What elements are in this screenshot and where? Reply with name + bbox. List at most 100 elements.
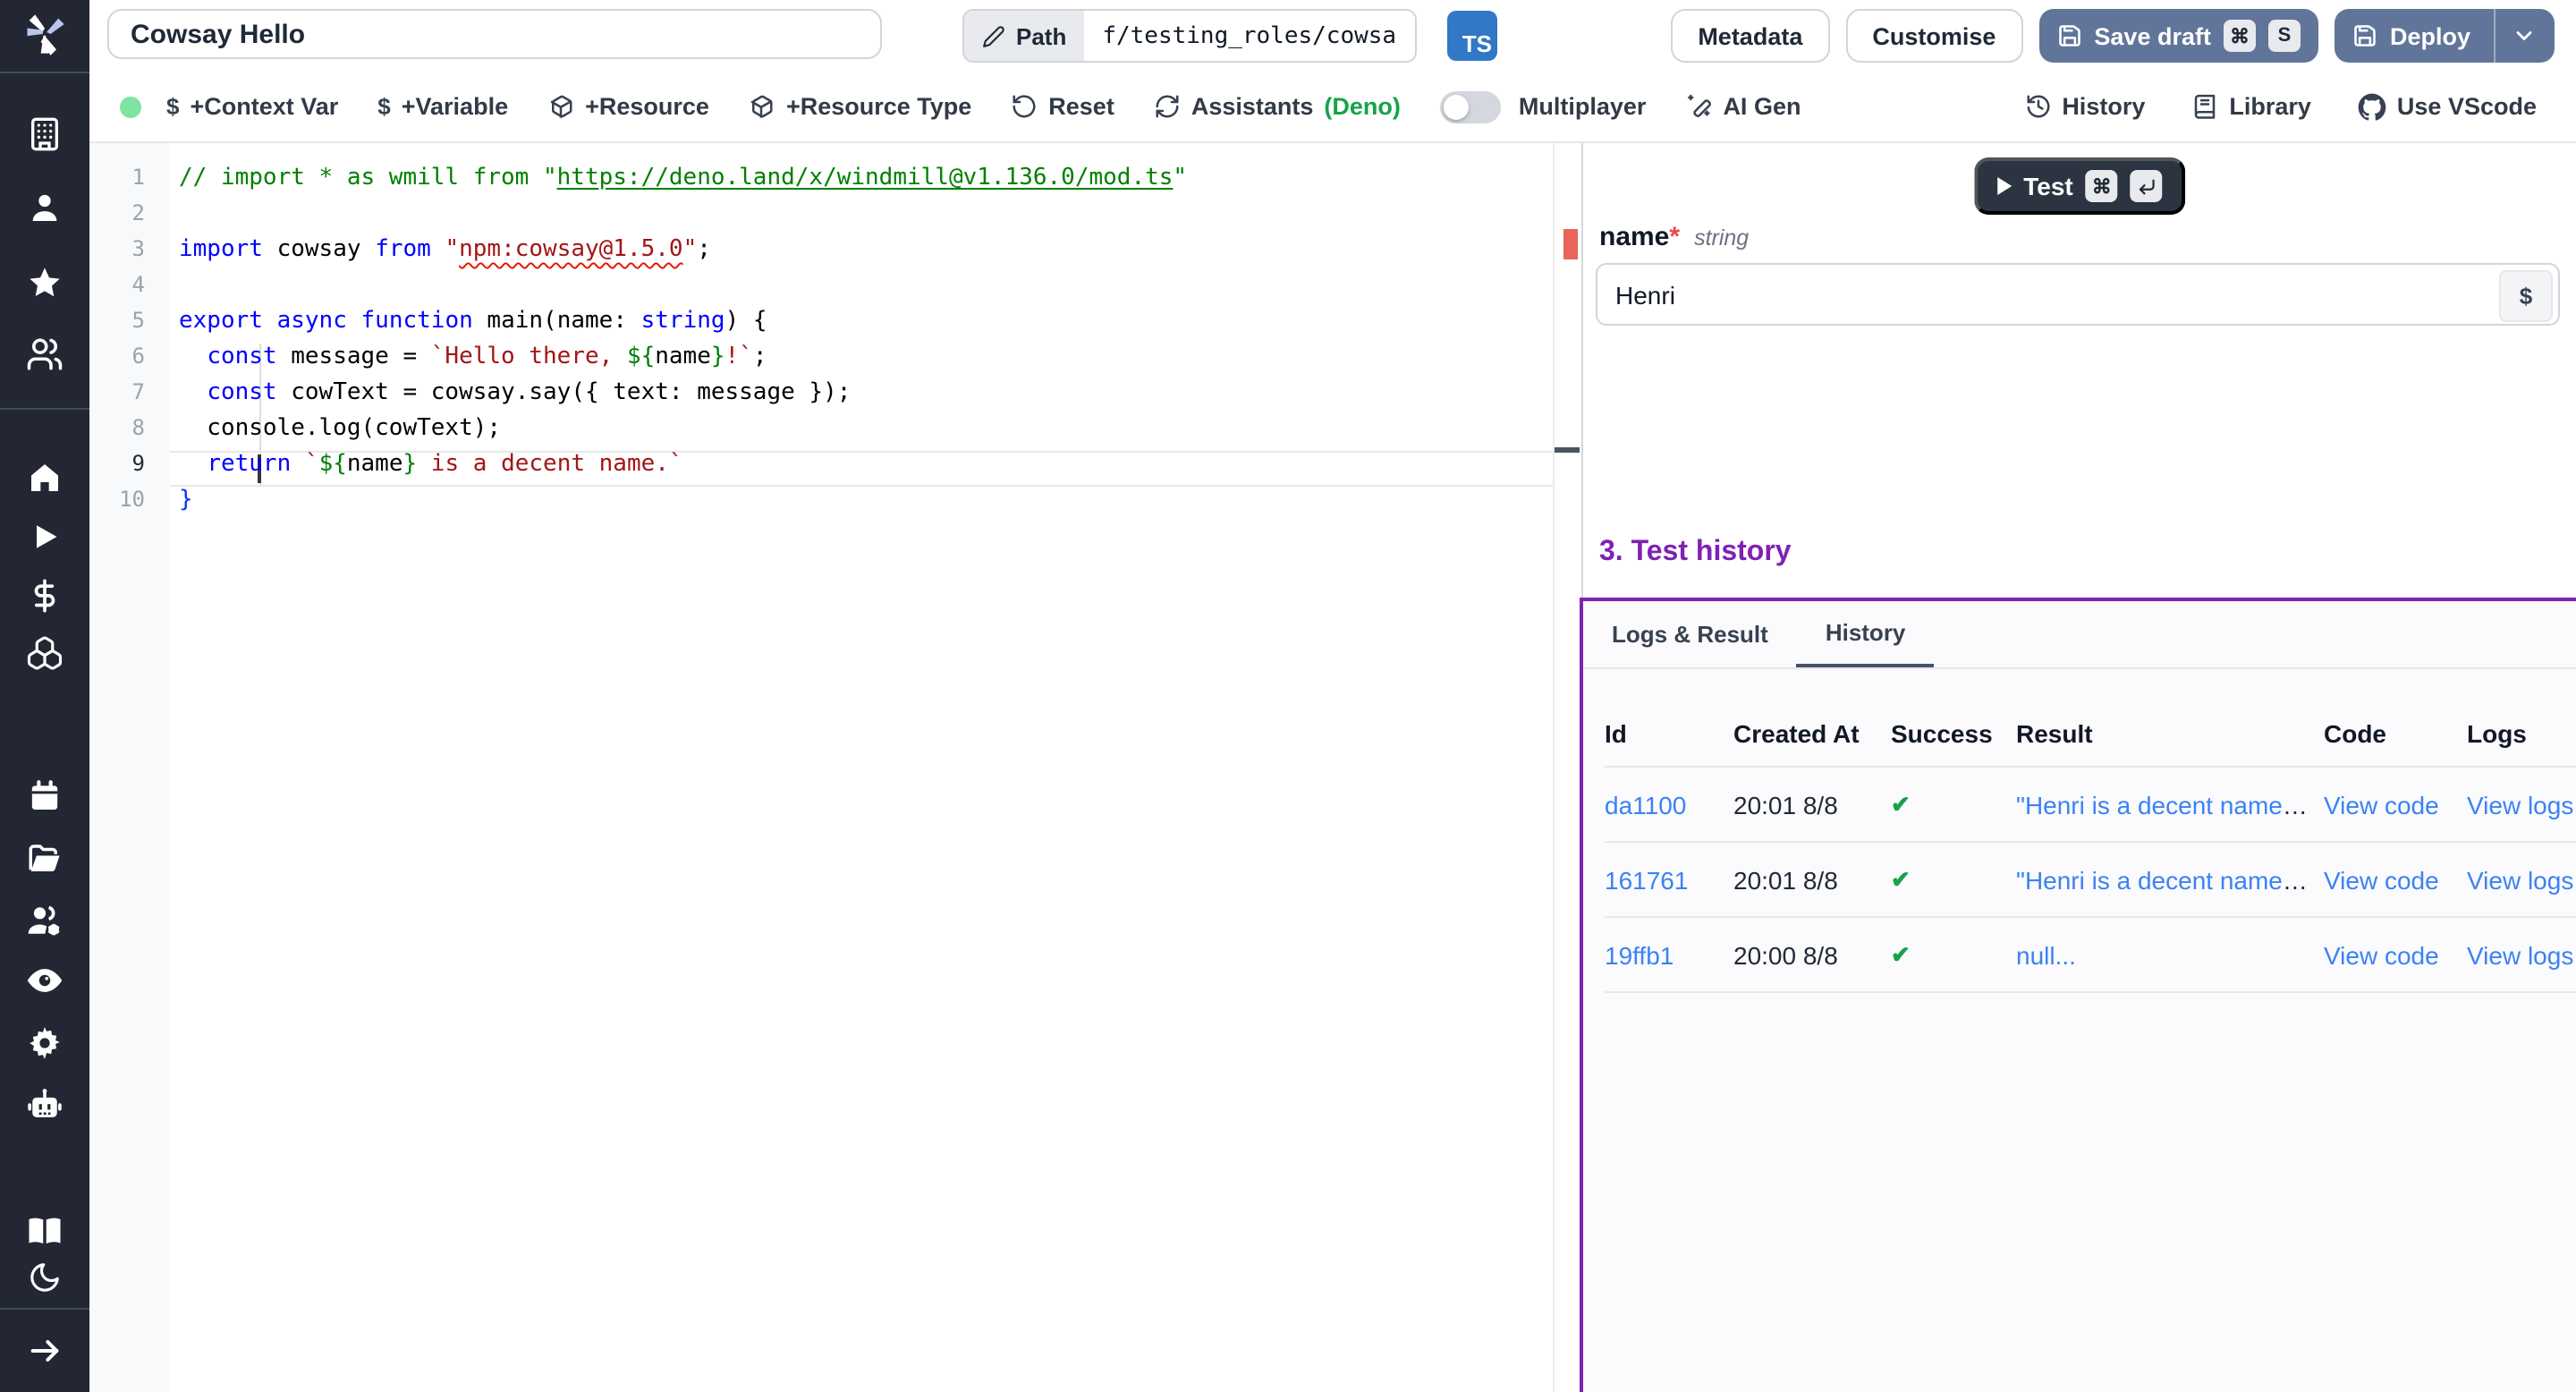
code-token: name bbox=[347, 451, 403, 478]
windmill-logo-icon[interactable] bbox=[21, 11, 68, 57]
view-logs-link[interactable]: View logs bbox=[2467, 940, 2573, 969]
result-link[interactable]: "Henri is a decent name"... bbox=[2016, 865, 2312, 894]
use-vscode-label: Use VScode bbox=[2397, 93, 2537, 120]
view-logs-link[interactable]: View logs bbox=[2467, 865, 2573, 894]
error-marker bbox=[1563, 229, 1578, 259]
code-token bbox=[347, 308, 361, 335]
book-open-icon[interactable] bbox=[26, 1212, 64, 1250]
test-label: Test bbox=[2023, 172, 2073, 200]
tab-logs-result[interactable]: Logs & Result bbox=[1583, 601, 1797, 667]
code-line[interactable] bbox=[170, 272, 1553, 308]
code-token: } bbox=[403, 451, 418, 478]
code-line[interactable]: import cowsay from "npm:cowsay@1.5.0"; bbox=[170, 236, 1553, 272]
boxes-icon[interactable] bbox=[26, 634, 64, 672]
path-label: Path bbox=[1016, 22, 1066, 49]
run-id-link[interactable]: 19ffb1 bbox=[1605, 940, 1674, 969]
chevron-down-icon[interactable] bbox=[2512, 23, 2537, 48]
overview-ruler[interactable] bbox=[1553, 143, 1581, 1392]
workarea: 12345678910 // import * as wmill from "h… bbox=[89, 143, 2576, 1392]
result-link[interactable]: null... bbox=[2016, 940, 2076, 969]
code-token: ` bbox=[305, 451, 319, 478]
code-token: } bbox=[711, 344, 725, 370]
tab-history[interactable]: History bbox=[1797, 601, 1935, 667]
multiplayer-toggle[interactable] bbox=[1440, 90, 1501, 123]
users-icon[interactable] bbox=[26, 335, 64, 373]
calendar-icon[interactable] bbox=[27, 778, 63, 814]
view-code-link[interactable]: View code bbox=[2324, 865, 2439, 894]
library-button[interactable]: Library bbox=[2191, 93, 2311, 120]
deploy-button[interactable]: Deploy bbox=[2334, 9, 2555, 63]
refresh-icon bbox=[1154, 93, 1181, 120]
customise-button[interactable]: Customise bbox=[1845, 9, 2022, 63]
code-token bbox=[431, 236, 445, 263]
history-table: Id Created At Success Result Code Logs d… bbox=[1605, 701, 2576, 993]
add-variable-button[interactable]: $ +Variable bbox=[377, 93, 508, 120]
code-line[interactable]: const cowText = cowsay.say({ text: messa… bbox=[170, 379, 1553, 415]
add-context-var-button[interactable]: $ +Context Var bbox=[166, 93, 338, 120]
add-resource-button[interactable]: +Resource bbox=[547, 93, 709, 120]
star-icon[interactable] bbox=[27, 265, 63, 301]
code-token: import bbox=[179, 236, 263, 263]
view-code-link[interactable]: View code bbox=[2324, 940, 2439, 969]
dollar-sign-icon: $ bbox=[377, 93, 390, 120]
use-vscode-button[interactable]: Use VScode bbox=[2358, 92, 2537, 121]
users-cog-icon[interactable] bbox=[25, 902, 64, 941]
save-draft-button[interactable]: Save draft ⌘ S bbox=[2038, 9, 2318, 63]
history-button[interactable]: History bbox=[2024, 93, 2145, 120]
path-edit-button[interactable]: Path bbox=[964, 11, 1084, 61]
reset-button[interactable]: Reset bbox=[1011, 93, 1114, 120]
ai-gen-button[interactable]: AI Gen bbox=[1685, 93, 1801, 120]
code-token: function bbox=[361, 308, 473, 335]
pencil-icon bbox=[982, 24, 1005, 47]
sidebar-divider bbox=[0, 1308, 89, 1310]
assistants-button[interactable]: Assistants (Deno) bbox=[1154, 93, 1401, 120]
building-icon[interactable] bbox=[27, 116, 63, 152]
arg-input-wrap: $ bbox=[1596, 263, 2560, 326]
code-editor[interactable]: // import * as wmill from "https://deno.… bbox=[170, 143, 1553, 1392]
code-line[interactable]: const message = `Hello there, ${name}!`; bbox=[170, 344, 1553, 379]
code-line[interactable]: return `${name} is a decent name.` bbox=[170, 451, 1553, 487]
metadata-button[interactable]: Metadata bbox=[1671, 9, 1829, 63]
run-id-link[interactable]: 161761 bbox=[1605, 865, 1688, 894]
code-line[interactable]: export async function main(name: string)… bbox=[170, 308, 1553, 344]
code-token: const bbox=[207, 379, 276, 406]
arg-type-label: string bbox=[1694, 225, 1749, 250]
dollar-icon[interactable] bbox=[27, 578, 63, 614]
assistants-mode: (Deno) bbox=[1324, 93, 1401, 120]
code-line[interactable]: // import * as wmill from "https://deno.… bbox=[170, 165, 1553, 200]
run-id-link[interactable]: da1100 bbox=[1605, 790, 1686, 819]
variable-picker-button[interactable]: $ bbox=[2499, 270, 2553, 322]
home-icon[interactable] bbox=[27, 460, 63, 496]
settings-gear-icon[interactable] bbox=[26, 1024, 64, 1062]
test-button[interactable]: Test ⌘ bbox=[1973, 157, 2186, 215]
history-label: History bbox=[2062, 93, 2145, 120]
test-history-panel: Logs & Result History Id Created At Succ… bbox=[1580, 598, 2576, 1392]
enter-key-badge bbox=[2131, 170, 2163, 202]
folder-open-icon[interactable] bbox=[26, 840, 64, 878]
arg-row: name* string bbox=[1599, 222, 1749, 252]
success-check-icon: ✔ bbox=[1891, 791, 1911, 818]
code-token: export bbox=[179, 308, 263, 335]
arrow-right-icon[interactable] bbox=[27, 1333, 63, 1369]
line-number: 8 bbox=[89, 415, 170, 451]
code-line[interactable]: console.log(cowText); bbox=[170, 415, 1553, 451]
code-token: ${ bbox=[319, 451, 347, 478]
moon-icon[interactable] bbox=[28, 1260, 62, 1294]
view-code-link[interactable]: View code bbox=[2324, 790, 2439, 819]
user-icon[interactable] bbox=[27, 190, 63, 225]
result-link[interactable]: "Henri is a decent name."... bbox=[2016, 790, 2319, 819]
add-resource-type-button[interactable]: +Resource Type bbox=[749, 93, 971, 120]
code-token bbox=[263, 308, 277, 335]
arg-name-input[interactable] bbox=[1596, 263, 2560, 326]
script-title-input[interactable] bbox=[107, 9, 882, 59]
col-code: Code bbox=[2324, 719, 2467, 748]
eye-icon[interactable] bbox=[25, 961, 64, 1000]
path-value[interactable]: f/testing_roles/cowsa bbox=[1084, 11, 1414, 61]
col-result: Result bbox=[2016, 719, 2324, 748]
code-line[interactable] bbox=[170, 200, 1553, 236]
bot-icon[interactable] bbox=[25, 1086, 64, 1125]
view-logs-link[interactable]: View logs bbox=[2467, 790, 2573, 819]
play-icon[interactable] bbox=[29, 521, 61, 553]
code-line[interactable]: } bbox=[170, 487, 1553, 522]
history-row: 19ffb1 20:00 8/8 ✔ null... View code Vie… bbox=[1605, 918, 2576, 993]
